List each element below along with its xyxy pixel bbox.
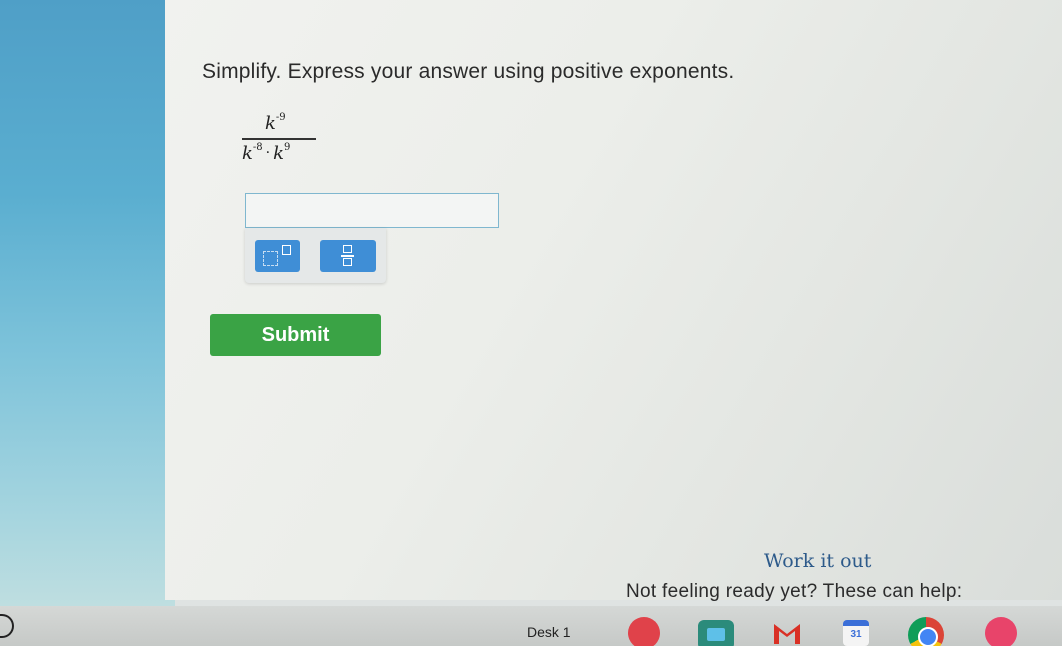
question-panel: [165, 0, 1062, 600]
exponent-base-box-icon: [263, 251, 278, 266]
photos-icon[interactable]: [628, 617, 660, 646]
denominator-base-2: k: [273, 143, 285, 164]
submit-button[interactable]: Submit: [210, 314, 381, 356]
help-prompt: Not feeling ready yet? These can help:: [626, 581, 963, 602]
fraction-bottom-box-icon: [343, 258, 352, 266]
gmail-icon[interactable]: [772, 620, 802, 646]
fraction-denominator: k-8 · k9: [242, 142, 290, 164]
math-tool-panel: [245, 228, 386, 283]
fraction-top-box-icon: [343, 245, 352, 253]
numerator-base: k: [265, 113, 276, 134]
numerator-exponent: -9: [275, 112, 286, 123]
fraction-numerator: k-9: [265, 112, 286, 134]
question-instruction: Simplify. Express your answer using posi…: [202, 60, 735, 83]
exponent-power-box-icon: [282, 245, 291, 255]
chrome-icon[interactable]: [908, 617, 944, 646]
denominator-base-1: k: [242, 143, 253, 164]
exponent-tool-button[interactable]: [255, 240, 300, 272]
fraction-tool-button[interactable]: [320, 240, 376, 272]
multiply-operator: ·: [265, 145, 271, 161]
answer-input[interactable]: [245, 193, 499, 228]
files-icon[interactable]: [698, 620, 734, 646]
denominator-exponent-1: -8: [252, 142, 263, 153]
calendar-icon[interactable]: 31: [843, 620, 869, 646]
math-expression: k-9 k-8 · k9: [238, 110, 318, 170]
fraction-line-icon: [341, 255, 354, 257]
app-icon[interactable]: [985, 617, 1017, 646]
work-it-out-heading: Work it out: [764, 550, 872, 572]
denominator-exponent-2: 9: [284, 142, 291, 153]
fraction-bar: [242, 138, 316, 140]
desk-label[interactable]: Desk 1: [527, 624, 571, 640]
desktop-background: [0, 0, 175, 646]
